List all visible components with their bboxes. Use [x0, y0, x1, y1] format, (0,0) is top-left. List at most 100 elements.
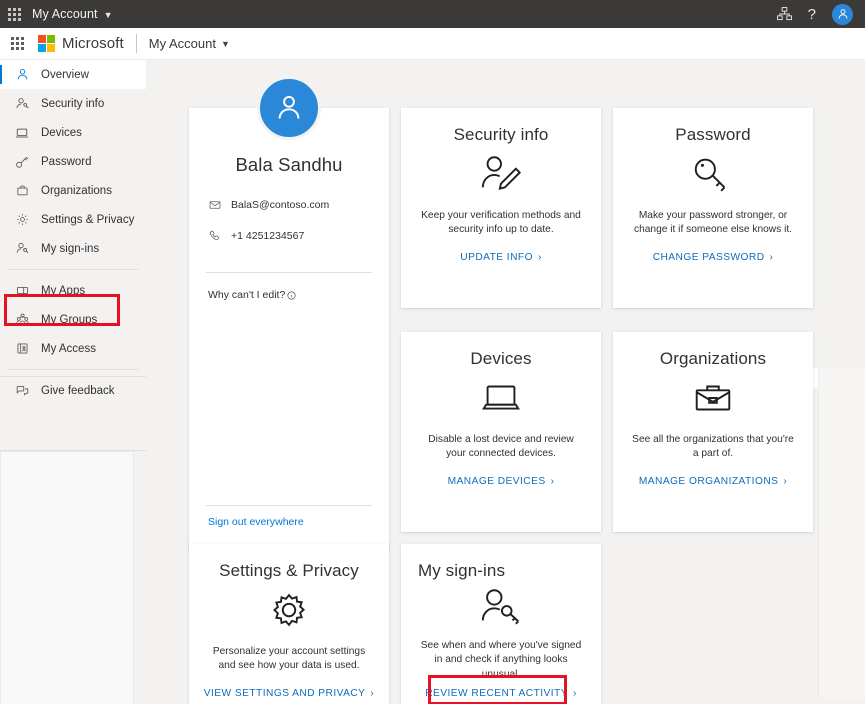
card-title: My sign-ins	[415, 561, 505, 581]
card-security-info: Security info Keep your verification met…	[401, 108, 601, 308]
review-recent-activity-link[interactable]: REVIEW RECENT ACTIVITY ›	[416, 683, 586, 704]
sidebar-item-overview[interactable]: Overview	[0, 60, 146, 89]
card-description: See all the organizations that you're a …	[627, 433, 799, 463]
gear-icon	[14, 212, 30, 228]
card-title: Organizations	[660, 349, 766, 369]
chevron-right-icon: ›	[573, 688, 577, 699]
profile-divider-bottom	[206, 505, 372, 506]
sidebar-item-my-sign-ins[interactable]: My sign-ins	[0, 234, 146, 263]
briefcase-icon	[690, 372, 736, 424]
suite-app-label: My Account	[149, 36, 216, 51]
card-organizations: Organizations See all the organizations …	[613, 332, 813, 532]
card-settings-privacy: Settings & Privacy Personalize your acco…	[189, 544, 389, 704]
sidebar-item-password[interactable]: Password	[0, 147, 146, 176]
sidebar-item-label: Overview	[41, 69, 89, 81]
profile-avatar[interactable]	[257, 76, 321, 140]
sidebar-item-label: My sign-ins	[41, 243, 99, 255]
page-shell: Overview Security info Devices	[0, 60, 865, 704]
microsoft-brand-label[interactable]: Microsoft	[62, 35, 124, 52]
profile-name: Bala Sandhu	[235, 154, 342, 176]
person-icon	[14, 67, 30, 83]
card-description: Personalize your account settings and se…	[203, 645, 375, 675]
card-action-label: UPDATE INFO	[460, 252, 533, 263]
sidebar-divider	[8, 269, 138, 270]
person-key-icon	[478, 584, 524, 630]
profile-email-row: BalaS@contoso.com	[206, 198, 372, 212]
card-title: Security info	[454, 125, 549, 145]
card-title: Password	[675, 125, 750, 145]
microsoft-suite-bar: Microsoft My Account ▼	[0, 28, 865, 60]
phone-icon	[208, 229, 222, 243]
cards-row-3: Settings & Privacy Personalize your acco…	[189, 544, 861, 704]
sidebar-item-give-feedback[interactable]: Give feedback	[0, 376, 146, 405]
laptop-icon	[478, 372, 524, 424]
card-title: Settings & Privacy	[219, 561, 359, 581]
why-cant-i-edit-label: Why can't I edit?	[208, 289, 285, 301]
sidebar-item-label: My Access	[41, 343, 96, 355]
change-password-link[interactable]: CHANGE PASSWORD ›	[653, 252, 774, 263]
why-cant-i-edit[interactable]: Why can't I edit?	[206, 289, 372, 301]
suite-app-name[interactable]: My Account ▼	[149, 36, 230, 51]
microsoft-logo-icon	[38, 35, 55, 52]
top-bar-actions: ?	[777, 4, 857, 25]
sidebar-item-my-access[interactable]: My Access	[0, 334, 146, 363]
sidebar-divider	[8, 369, 138, 370]
sidebar-item-label: Organizations	[41, 185, 112, 197]
sidebar-item-my-groups[interactable]: My Groups	[0, 305, 146, 334]
top-bar-title-group[interactable]: My Account ▼	[32, 7, 113, 21]
browser-top-bar: My Account ▼ ?	[0, 0, 865, 28]
top-bar-title: My Account	[32, 7, 98, 21]
card-action-label: MANAGE DEVICES	[448, 476, 546, 487]
profile-column: Bala Sandhu BalaS@contoso.com	[189, 60, 389, 550]
chevron-right-icon: ›	[770, 252, 774, 263]
user-avatar[interactable]	[832, 4, 853, 25]
update-info-link[interactable]: UPDATE INFO ›	[460, 252, 541, 263]
card-action-label: CHANGE PASSWORD	[653, 252, 765, 263]
manage-devices-link[interactable]: MANAGE DEVICES ›	[448, 476, 555, 487]
card-description: See when and where you've signed in and …	[415, 639, 587, 683]
app-launcher-waffle-icon[interactable]	[6, 6, 22, 22]
suite-bar-divider	[136, 34, 137, 53]
profile-phone-row: +1 4251234567	[206, 229, 372, 243]
access-badge-icon	[14, 341, 30, 357]
chevron-right-icon: ›	[551, 476, 555, 487]
view-settings-privacy-link[interactable]: VIEW SETTINGS AND PRIVACY ›	[204, 688, 374, 699]
key-icon	[690, 148, 736, 200]
sidebar-group-feedback: Give feedback	[0, 376, 146, 405]
sidebar-item-label: Give feedback	[41, 385, 115, 397]
sidebar-item-security-info[interactable]: Security info	[0, 89, 146, 118]
sidebar-item-label: My Apps	[41, 285, 85, 297]
sidebar-group-secondary: My Apps My Groups My Acc	[0, 276, 146, 363]
chevron-right-icon: ›	[538, 252, 542, 263]
manage-organizations-link[interactable]: MANAGE ORGANIZATIONS ›	[639, 476, 787, 487]
app-launcher-waffle-icon[interactable]	[8, 35, 26, 53]
sidebar-item-organizations[interactable]: Organizations	[0, 176, 146, 205]
sidebar: Overview Security info Devices	[0, 60, 146, 704]
sidebar-bottom-rule	[0, 376, 146, 377]
feedback-icon	[14, 383, 30, 399]
org-chart-icon[interactable]	[777, 7, 792, 21]
person-pencil-icon	[478, 148, 524, 200]
sidebar-item-my-apps[interactable]: My Apps	[0, 276, 146, 305]
briefcase-icon	[14, 183, 30, 199]
card-action-label: REVIEW RECENT ACTIVITY	[425, 688, 568, 699]
chevron-down-icon: ▼	[221, 40, 230, 49]
card-description: Disable a lost device and review your co…	[415, 433, 587, 463]
card-action-label: VIEW SETTINGS AND PRIVACY	[204, 688, 366, 699]
sidebar-item-label: My Groups	[41, 314, 97, 326]
card-title: Devices	[470, 349, 531, 369]
person-key-icon	[14, 96, 30, 112]
laptop-icon	[14, 125, 30, 141]
sidebar-item-settings-privacy[interactable]: Settings & Privacy	[0, 205, 146, 234]
help-question-icon[interactable]: ?	[808, 6, 816, 23]
chevron-down-icon: ▼	[104, 11, 113, 20]
sidebar-item-label: Security info	[41, 98, 104, 110]
sidebar-item-devices[interactable]: Devices	[0, 118, 146, 147]
chevron-right-icon: ›	[370, 688, 374, 699]
card-my-signins: My sign-ins See when and where you've si…	[401, 544, 601, 704]
sidebar-group-primary: Overview Security info Devices	[0, 60, 146, 263]
apps-grid-icon	[14, 283, 30, 299]
profile-email: BalaS@contoso.com	[231, 199, 329, 211]
profile-phone: +1 4251234567	[231, 230, 304, 242]
sidebar-item-label: Devices	[41, 127, 82, 139]
